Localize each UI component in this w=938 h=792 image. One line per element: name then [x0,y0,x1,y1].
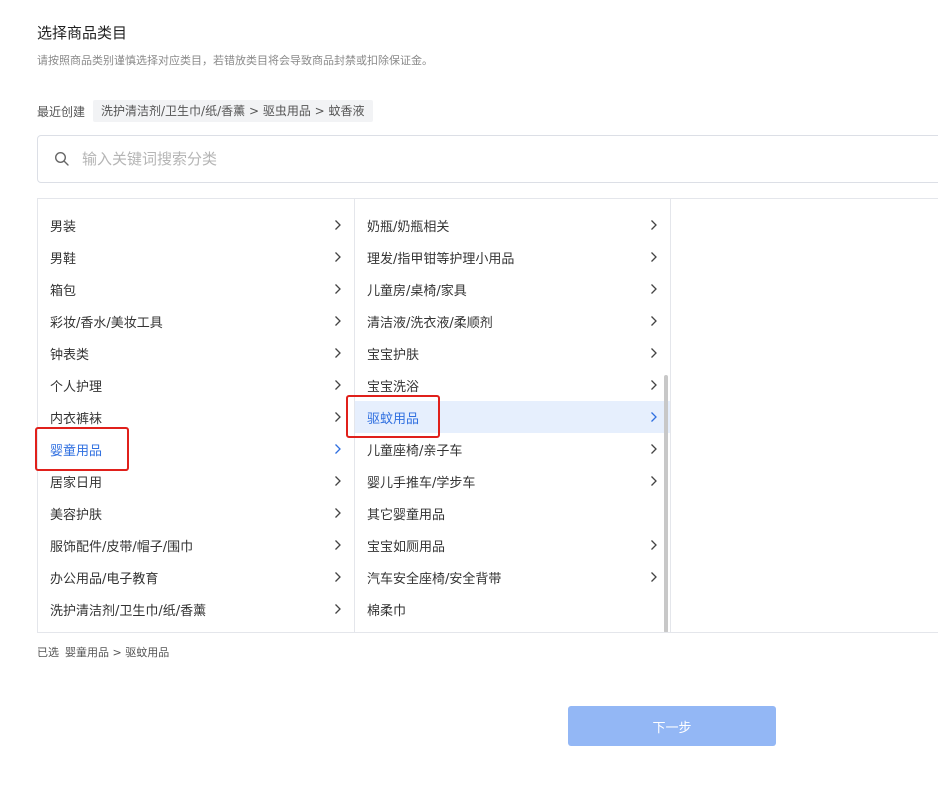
chevron-right-icon [334,379,342,391]
category-item-label: 宝宝洗浴 [367,379,420,395]
category-item[interactable]: 个人护理 [38,369,354,401]
chevron-right-icon [334,219,342,231]
category-item-label: 男鞋 [50,251,77,267]
category-item[interactable]: 棉柔巾 [355,593,670,625]
category-item-label: 理发/指甲钳等护理小用品 [367,251,515,267]
category-item-label: 箱包 [50,283,77,299]
chevron-right-icon [650,219,658,231]
chevron-right-icon [334,315,342,327]
category-item[interactable]: 男鞋 [38,241,354,273]
chevron-right-icon [650,283,658,295]
category-item[interactable]: 婴儿手推车/学步车 [355,465,670,497]
category-item-label: 洗护清洁剂/卫生巾/纸/香薰 [50,603,207,619]
category-item[interactable]: 彩妆/香水/美妆工具 [38,305,354,337]
category-item[interactable]: 内衣裤袜 [38,401,354,433]
recent-created: 最近创建 洗护清洁剂/卫生巾/纸/香薰 > 驱虫用品 > 蚊香液 [37,100,373,122]
category-item-label: 婴童用品 [50,443,103,459]
category-item[interactable]: 理发/指甲钳等护理小用品 [355,241,670,273]
chevron-right-icon [334,251,342,263]
recent-category-chip[interactable]: 洗护清洁剂/卫生巾/纸/香薰 > 驱虫用品 > 蚊香液 [93,100,373,122]
category-item-label: 彩妆/香水/美妆工具 [50,315,163,331]
search-input[interactable] [82,150,782,168]
category-item-label: 个人护理 [50,379,103,395]
search-icon [54,151,70,167]
chevron-right-icon [650,251,658,263]
category-item[interactable]: 美容护肤 [38,497,354,529]
chevron-right-icon [334,443,342,455]
category-item[interactable]: 宝宝护肤 [355,337,670,369]
category-item[interactable]: 箱包 [38,273,354,305]
category-item-label: 奶瓶/奶瓶相关 [367,219,450,235]
category-item-label: 美容护肤 [50,507,103,523]
category-cascader: 男装男鞋箱包彩妆/香水/美妆工具 钟表类个人护理内衣裤袜婴童用品居家日用美容护肤服… [37,198,938,633]
category-item[interactable]: 洗护清洁剂/卫生巾/纸/香薰 [38,593,354,625]
category-item-label: 清洁液/洗衣液/柔顺剂 [367,315,493,331]
category-item[interactable]: 办公用品/电子教育 [38,561,354,593]
category-item-label: 钟表类 [50,347,90,363]
category-item[interactable]: 儿童房/桌椅/家具 [355,273,670,305]
category-item[interactable]: 驱蚊用品 [355,401,670,433]
recent-label: 最近创建 [37,104,86,119]
chevron-right-icon [334,283,342,295]
page-subtitle: 请按照商品类别谨慎选择对应类目，若错放类目将会导致商品封禁或扣除保证金。 [37,54,433,67]
category-item[interactable]: 居家日用 [38,465,354,497]
category-item[interactable]: 汽车安全座椅/安全背带 [355,561,670,593]
category-item-label: 男装 [50,219,77,235]
chevron-right-icon [334,475,342,487]
selected-path-value: 婴童用品 > 驱蚊用品 [65,646,170,659]
category-item[interactable]: 儿童座椅/亲子车 [355,433,670,465]
chevron-right-icon [334,539,342,551]
category-item-label: 汽车安全座椅/安全背带 [367,571,502,587]
category-item-label: 儿童座椅/亲子车 [367,443,463,459]
chevron-right-icon [334,571,342,583]
category-item-label: 婴儿手推车/学步车 [367,475,476,491]
category-column-level3 [671,199,938,632]
next-step-button[interactable]: 下一步 [568,706,776,746]
category-item[interactable]: 奶瓶/奶瓶相关 [355,209,670,241]
page-title: 选择商品类目 [37,24,128,42]
category-item-label: 棉柔巾 [367,603,407,619]
chevron-right-icon [650,379,658,391]
category-item[interactable]: 宝宝洗浴 [355,369,670,401]
category-item[interactable]: 婴童用品 [38,433,354,465]
category-item-label: 驱蚊用品 [367,411,420,427]
chevron-right-icon [650,475,658,487]
category-item[interactable]: 男装 [38,209,354,241]
chevron-right-icon [650,571,658,583]
chevron-right-icon [334,507,342,519]
category-item-label: 儿童房/桌椅/家具 [367,283,467,299]
column-scrollbar[interactable] [664,375,668,632]
category-item[interactable]: 钟表类 [38,337,354,369]
category-item-label: 办公用品/电子教育 [50,571,159,587]
chevron-right-icon [334,603,342,615]
chevron-right-icon [650,443,658,455]
selected-label: 已选 [37,646,59,659]
category-column-level1[interactable]: 男装男鞋箱包彩妆/香水/美妆工具 钟表类个人护理内衣裤袜婴童用品居家日用美容护肤服… [38,199,355,632]
category-item-label: 内衣裤袜 [50,411,103,427]
chevron-right-icon [334,347,342,359]
category-item[interactable]: 宝宝如厕用品 [355,529,670,561]
category-item[interactable]: 清洁液/洗衣液/柔顺剂 [355,305,670,337]
chevron-right-icon [650,411,658,423]
chevron-right-icon [650,315,658,327]
category-item[interactable]: 其它婴童用品 [355,497,670,529]
chevron-right-icon [650,539,658,551]
category-column-level2[interactable]: 奶瓶/奶瓶相关理发/指甲钳等护理小用品 儿童房/桌椅/家具清洁液/洗衣液/柔顺剂宝… [355,199,671,632]
category-search-box[interactable] [37,135,938,183]
chevron-right-icon [650,347,658,359]
chevron-right-icon [334,411,342,423]
category-item-label: 宝宝护肤 [367,347,420,363]
category-item-label: 服饰配件/皮带/帽子/围巾 [50,539,194,555]
category-item-label: 其它婴童用品 [367,507,446,523]
selected-path: 已选 婴童用品 > 驱蚊用品 [37,644,169,660]
category-item[interactable]: 服饰配件/皮带/帽子/围巾 [38,529,354,561]
category-item-label: 宝宝如厕用品 [367,539,446,555]
category-item-label: 居家日用 [50,475,103,491]
